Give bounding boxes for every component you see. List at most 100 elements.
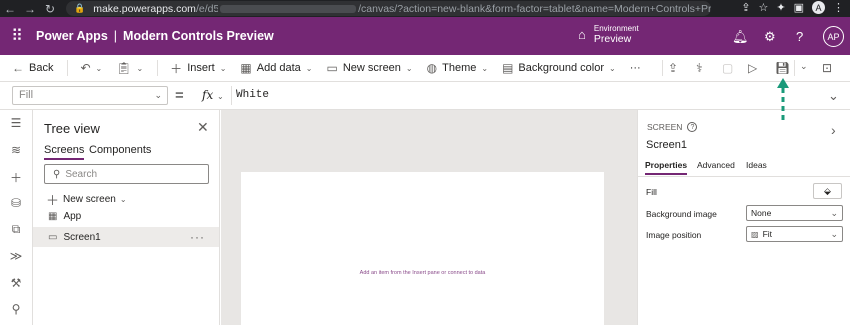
- tab-ideas[interactable]: Ideas: [746, 160, 767, 170]
- advanced-tools-icon[interactable]: ⚒: [9, 276, 23, 290]
- hint-or: or: [439, 270, 448, 276]
- fill-color-picker[interactable]: ⬙: [813, 183, 842, 199]
- plus-icon: ＋: [170, 61, 183, 76]
- add-data-button[interactable]: ▦ Add data ⌄: [240, 61, 312, 75]
- screen-icon: ▭: [48, 231, 58, 243]
- power-automate-icon[interactable]: ≫: [9, 249, 23, 263]
- hint-text: Add an item from the Insert pane: [359, 270, 440, 276]
- media-icon[interactable]: ⧉: [9, 222, 23, 237]
- paint-bucket-icon: ▤: [502, 61, 514, 75]
- paint-bucket-icon: ⬙: [824, 186, 831, 196]
- add-data-label: Add data: [256, 62, 301, 74]
- url-prefix: /e/d5: [195, 2, 218, 15]
- more-commands-button[interactable]: ···: [630, 62, 641, 74]
- chevron-down-icon[interactable]: ⌄: [136, 64, 143, 73]
- chevron-down-icon: ⌄: [830, 208, 838, 218]
- divider: [794, 60, 795, 79]
- back-button[interactable]: ← Back: [12, 61, 53, 75]
- left-rail: ☰ ≋ ＋ ⛁ ⧉ ≫ ⚒ ⚲: [0, 110, 33, 325]
- forward-arrow-icon[interactable]: →: [20, 2, 40, 16]
- data-cylinder-icon[interactable]: ⛁: [9, 196, 23, 210]
- new-screen-label: New screen: [63, 194, 116, 205]
- app-launcher-icon[interactable]: ⠿: [0, 26, 34, 46]
- tab-properties[interactable]: Properties: [645, 160, 688, 175]
- extensions-icon[interactable]: ✦: [776, 1, 785, 14]
- share-icon[interactable]: ⇪: [741, 1, 750, 14]
- property-dropdown[interactable]: Fill ⌄: [12, 86, 168, 105]
- browser-menu-icon[interactable]: ⋮: [833, 1, 844, 14]
- background-image-dropdown[interactable]: None ⌄: [746, 205, 843, 221]
- new-screen-button[interactable]: ▭ New screen ⌄: [327, 61, 413, 75]
- more-options-button[interactable]: ···: [190, 230, 205, 244]
- reload-icon[interactable]: ↻: [40, 2, 60, 16]
- selected-name[interactable]: Screen1: [646, 139, 687, 151]
- search-icon[interactable]: ⚲: [9, 302, 23, 316]
- sidepanel-icon[interactable]: ▣: [794, 1, 804, 14]
- fx-label: fx: [202, 88, 214, 102]
- preview-play-icon[interactable]: ▷: [748, 61, 757, 75]
- new-screen-label: New screen: [342, 62, 401, 74]
- tab-components[interactable]: Components: [89, 144, 151, 156]
- image-position-dropdown[interactable]: ▨ Fit ⌄: [746, 226, 843, 242]
- browser-profile-avatar[interactable]: A: [812, 1, 825, 14]
- chevron-right-icon[interactable]: ›: [831, 122, 836, 138]
- chevron-down-icon[interactable]: ⌄: [96, 64, 103, 73]
- selected-kind: SCREEN ?: [647, 122, 698, 132]
- close-icon[interactable]: ✕: [197, 119, 209, 136]
- undo-button[interactable]: ↶ ⌄: [80, 61, 102, 75]
- palette-icon: ◍: [426, 61, 438, 75]
- back-arrow-icon[interactable]: ←: [0, 2, 20, 16]
- formula-input[interactable]: White: [236, 89, 269, 101]
- chevron-down-icon[interactable]: ⌄: [828, 88, 839, 104]
- tree-view-title: Tree view: [44, 121, 100, 136]
- theme-button[interactable]: ◍ Theme ⌄: [427, 61, 488, 75]
- background-image-value: None: [751, 208, 772, 218]
- chevron-down-icon: ⌄: [219, 63, 227, 73]
- tree-search-input[interactable]: ⚲ Search: [44, 164, 209, 184]
- function-button[interactable]: fx ⌄: [196, 86, 232, 105]
- equals-sign: =: [175, 87, 184, 104]
- search-icon: ⚲: [53, 168, 61, 180]
- publish-icon[interactable]: ⊡: [822, 61, 832, 75]
- tab-advanced[interactable]: Advanced: [697, 160, 735, 170]
- notifications-bell-icon[interactable]: 🔔︎: [732, 29, 749, 45]
- user-avatar[interactable]: AP: [823, 26, 844, 47]
- share-icon[interactable]: ⇪: [668, 61, 678, 75]
- formula-bar: Fill ⌄ = fx ⌄ White ⌄: [0, 82, 850, 110]
- bookmark-star-icon[interactable]: ☆: [759, 1, 769, 14]
- chevron-down-icon: ⌄: [481, 63, 489, 73]
- paste-button[interactable]: 📋︎ ⌄: [116, 61, 143, 75]
- chevron-down-icon: ⌄: [119, 195, 127, 204]
- address-bar[interactable]: 🔒 make.powerapps.com /e/d5 /canvas/?acti…: [66, 1, 711, 16]
- save-icon[interactable]: 💾︎: [775, 61, 790, 75]
- divider: [638, 176, 850, 177]
- connect-to-data-link[interactable]: connect to data: [448, 270, 486, 276]
- more-label: ···: [629, 62, 641, 74]
- new-screen-icon: ▭: [326, 61, 338, 75]
- background-color-label: Background color: [518, 62, 605, 74]
- background-color-button[interactable]: ▤ Background color ⌄: [502, 61, 616, 75]
- comments-icon[interactable]: ▢: [722, 61, 733, 75]
- tree-view-layers-icon[interactable]: ≋: [9, 143, 23, 157]
- tree-item-app[interactable]: ▦ App: [33, 206, 219, 226]
- help-icon[interactable]: ?: [796, 29, 803, 44]
- image-position-value: Fit: [762, 229, 773, 239]
- help-icon[interactable]: ?: [687, 122, 698, 132]
- screen-canvas[interactable]: Add an item from the Insert pane or conn…: [241, 172, 604, 325]
- empty-screen-hint: Add an item from the Insert pane or conn…: [241, 270, 604, 276]
- menu-hamburger-icon[interactable]: ☰: [9, 116, 23, 130]
- undo-icon: ↶: [80, 61, 91, 75]
- browser-toolbar: ← → ↻ 🔒 make.powerapps.com /e/d5 /canvas…: [0, 0, 850, 17]
- insert-button[interactable]: ＋ Insert ⌄: [170, 60, 226, 77]
- tab-screens[interactable]: Screens: [44, 144, 85, 160]
- insert-plus-icon[interactable]: ＋: [9, 169, 23, 186]
- kind-label: SCREEN: [647, 122, 683, 132]
- settings-gear-icon[interactable]: ⚙: [764, 29, 776, 45]
- tree-item-screen1[interactable]: ▭ Screen1 ···: [33, 227, 219, 247]
- image-fit-icon: ▨: [751, 229, 759, 239]
- app-checker-icon[interactable]: ⚕: [696, 61, 703, 75]
- search-placeholder: Search: [65, 168, 98, 180]
- environment-picker[interactable]: ⌂ Environment Preview: [578, 23, 639, 45]
- chevron-down-icon[interactable]: ⌄: [800, 61, 808, 72]
- product-name[interactable]: Power Apps: [36, 29, 108, 43]
